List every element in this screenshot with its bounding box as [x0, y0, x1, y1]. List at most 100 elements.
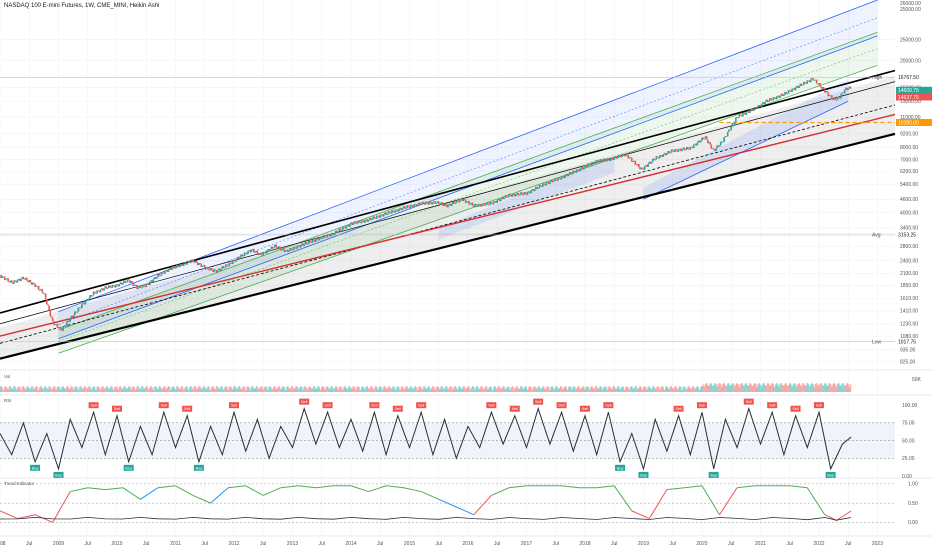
price-candle [730, 126, 733, 131]
price-candle [10, 280, 13, 284]
time-tick-label: 2017 [521, 541, 532, 547]
price-candle [582, 167, 585, 170]
price-candle [549, 181, 551, 184]
time-tick-label: 2010 [111, 541, 122, 547]
price-candle [426, 201, 428, 203]
price-candle [284, 250, 287, 252]
price-tick-label: 825.00 [900, 359, 916, 365]
price-candle [745, 112, 748, 115]
time-tick-label: 2011 [170, 541, 181, 547]
price-candle [779, 95, 782, 98]
price-candle [159, 275, 162, 277]
price-candle [44, 293, 47, 300]
time-tick-label: 2019 [638, 541, 649, 547]
buy-signal-text: Buy [640, 473, 647, 477]
price-candle [588, 163, 591, 165]
price-candle [560, 176, 563, 180]
price-candle [752, 110, 755, 112]
price-candle [173, 265, 176, 269]
sell-signal-text: Sell [816, 404, 822, 408]
time-tick-label: Jul [728, 541, 734, 547]
price-candle [226, 264, 228, 266]
price-candle [242, 255, 245, 257]
price-candle [767, 101, 770, 102]
price-candle [81, 303, 83, 309]
price-candle [7, 278, 9, 282]
volume-bar [849, 384, 852, 392]
sell-signal-text: Sell [161, 404, 167, 408]
price-candle [99, 289, 102, 293]
price-candle [48, 305, 50, 311]
price-candle [109, 285, 111, 288]
price-candle [405, 208, 407, 210]
price-candle [831, 95, 833, 100]
price-candle [358, 220, 360, 223]
price-tick-label: 9200.00 [900, 132, 918, 138]
price-candle [703, 138, 706, 140]
time-tick-label: 2018 [579, 541, 590, 547]
time-tick-label: Jul [377, 541, 383, 547]
price-candle [189, 262, 192, 264]
price-candle [182, 263, 185, 267]
time-tick-label: 2013 [287, 541, 298, 547]
price-candle [56, 323, 59, 328]
price-candle [207, 266, 210, 270]
price-tick-label: 1850.00 [900, 283, 918, 289]
price-candle [315, 239, 317, 242]
price-candle [503, 198, 506, 200]
price-candle [256, 250, 259, 254]
price-candle [29, 280, 32, 283]
time-tick-label: 2014 [345, 541, 356, 547]
price-candle [537, 188, 539, 189]
time-tick-label: Jul [260, 541, 266, 547]
price-candle [607, 158, 610, 160]
price-candle [733, 121, 736, 125]
price-candle [413, 204, 415, 208]
trend-tick-label: 0.50 [908, 501, 918, 507]
price-candle [669, 152, 672, 154]
price-candle [647, 163, 649, 167]
oscillator-label: RSI [4, 398, 12, 403]
price-candle [794, 87, 797, 91]
price-candle [337, 231, 339, 233]
price-candle [524, 192, 527, 194]
trend-label: Trend Indicator [4, 481, 35, 486]
price-candle [490, 202, 493, 204]
price-candle [656, 156, 659, 158]
price-candle [545, 182, 548, 186]
price-candle [143, 284, 145, 287]
price-candle [382, 214, 385, 217]
price-candle [441, 202, 444, 205]
time-tick-label: Jul [787, 541, 793, 547]
price-candle [51, 317, 54, 322]
price-candle [232, 260, 234, 265]
price-candle [420, 204, 422, 206]
oscillator-tick-label: 100.00 [902, 403, 918, 409]
price-candle [131, 281, 134, 283]
price-candle [340, 230, 343, 231]
price-tick-label: 20000.00 [900, 58, 921, 64]
oscillator-tick-label: 75.00 [902, 421, 915, 427]
sell-signal-text: Sell [558, 404, 564, 408]
buy-signal-text: Buy [710, 473, 717, 477]
price-candle [469, 204, 472, 206]
buy-signal-text: Buy [55, 473, 62, 477]
price-candle [318, 238, 321, 241]
price-tick-label: 5400.00 [900, 182, 918, 188]
price-candle [804, 81, 806, 84]
time-tick-label: Jul [611, 541, 617, 547]
price-candle [726, 131, 729, 137]
time-tick-label: 2012 [228, 541, 239, 547]
price-candle [484, 204, 487, 206]
price-candle [235, 259, 238, 262]
price-tick-label: 4000.00 [900, 210, 918, 216]
price-candle [554, 178, 557, 181]
price-candle [247, 250, 249, 255]
price-candle [454, 203, 456, 204]
price-candle [558, 177, 561, 179]
trend-tick-label: 1.00 [908, 482, 918, 488]
price-candle [567, 174, 570, 177]
orange-level-tag: 10380.00 [898, 120, 919, 126]
price-candle [373, 216, 376, 219]
price-candle [601, 160, 604, 162]
